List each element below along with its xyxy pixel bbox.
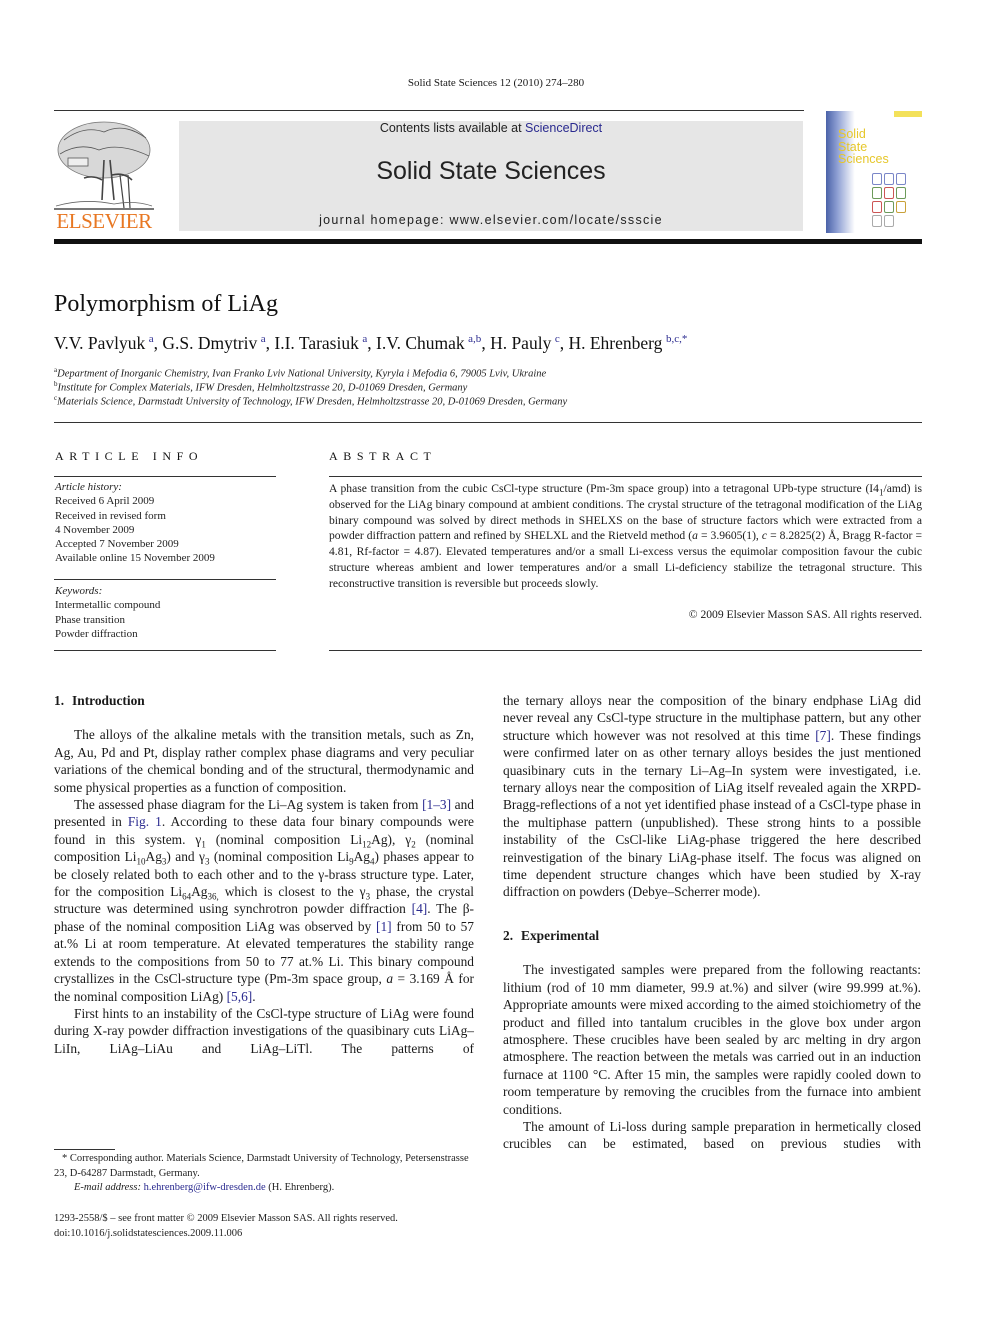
paragraph: the ternary alloys near the composition … bbox=[503, 693, 921, 900]
affiliation: aDepartment of Inorganic Chemistry, Ivan… bbox=[54, 366, 546, 380]
affiliation-text: Materials Science, Darmstadt University … bbox=[57, 396, 568, 408]
journal-cover-thumbnail[interactable]: Solid State Sciences bbox=[826, 111, 922, 233]
abstract-copyright: © 2009 Elsevier Masson SAS. All rights r… bbox=[688, 608, 922, 621]
journal-banner: Contents lists available at ScienceDirec… bbox=[179, 121, 803, 231]
rule bbox=[329, 476, 922, 477]
doi-link[interactable]: doi:10.1016/j.solidstatesciences.2009.11… bbox=[54, 1227, 398, 1242]
paragraph: The assessed phase diagram for the Li–Ag… bbox=[54, 797, 475, 1004]
author-affiliation-link[interactable]: c bbox=[555, 333, 560, 345]
history-item: 4 November 2009 bbox=[55, 523, 135, 536]
section-heading-experimental: 2. Experimental bbox=[503, 927, 921, 944]
email-label: E-mail address: bbox=[74, 1182, 144, 1193]
keywords: Keywords: Intermetallic compound Phase t… bbox=[55, 584, 160, 641]
cover-title: Solid State Sciences bbox=[838, 128, 889, 166]
header-rule bbox=[54, 110, 804, 111]
author-affiliation-link[interactable]: a bbox=[362, 333, 367, 345]
history-item: Received 6 April 2009 bbox=[55, 495, 155, 508]
abstract-span: A phase transition from the cubic CsCl-t… bbox=[329, 482, 879, 495]
section-number: 1. bbox=[54, 693, 65, 708]
corresponding-author-note: * Corresponding author. Materials Scienc… bbox=[54, 1153, 469, 1179]
section-heading-introduction: 1. Introduction bbox=[54, 692, 474, 709]
affiliation-text: Department of Inorganic Chemistry, Ivan … bbox=[57, 368, 547, 380]
author-affiliation-link[interactable]: a,b bbox=[468, 333, 481, 345]
journal-homepage-link[interactable]: journal homepage: www.elsevier.com/locat… bbox=[179, 213, 803, 227]
abstract-heading: ABSTRACT bbox=[329, 449, 437, 463]
author: I.I. Tarasiuk bbox=[274, 333, 359, 353]
author: H. Pauly bbox=[490, 333, 552, 353]
paragraph: The investigated samples were prepared f… bbox=[503, 962, 921, 1117]
abstract-text: A phase transition from the cubic CsCl-t… bbox=[329, 481, 922, 592]
author: V.V. Pavlyuk bbox=[54, 333, 146, 353]
email-line: E-mail address: h.ehrenberg@ifw-dresden.… bbox=[54, 1181, 474, 1196]
rule bbox=[329, 650, 922, 651]
article-title: Polymorphism of LiAg bbox=[54, 291, 279, 317]
paragraph: The amount of Li-loss during sample prep… bbox=[503, 1118, 921, 1152]
footnote: * Corresponding author. Materials Scienc… bbox=[54, 1152, 474, 1196]
front-matter: 1293-2558/$ – see front matter © 2009 El… bbox=[54, 1212, 398, 1241]
author-affiliation-link[interactable]: a bbox=[261, 333, 266, 345]
affiliation: cMaterials Science, Darmstadt University… bbox=[54, 394, 567, 408]
abstract-span: = 3.9605(1), bbox=[697, 529, 762, 543]
cover-title-line: Solid bbox=[838, 127, 866, 141]
body-column-right: the ternary alloys near the composition … bbox=[503, 692, 921, 1153]
figure-link[interactable]: Fig. 1 bbox=[128, 814, 162, 829]
section-title: Experimental bbox=[521, 927, 600, 943]
elsevier-logo[interactable]: ELSEVIER bbox=[54, 120, 154, 234]
history-item: Accepted 7 November 2009 bbox=[55, 538, 179, 551]
tree-illustration-icon bbox=[54, 121, 154, 210]
rule bbox=[54, 650, 276, 651]
citation-link[interactable]: [1] bbox=[376, 919, 392, 934]
author: G.S. Dmytriv bbox=[162, 333, 258, 353]
body-column-left: 1. Introduction The alloys of the alkalin… bbox=[54, 692, 474, 1057]
sciencedirect-link[interactable]: ScienceDirect bbox=[525, 121, 602, 135]
contents-line: Contents lists available at ScienceDirec… bbox=[179, 121, 803, 135]
affiliation-text: Institute for Complex Materials, IFW Dre… bbox=[57, 382, 468, 394]
rule bbox=[54, 579, 276, 580]
citation-link[interactable]: [1–3] bbox=[422, 797, 451, 812]
cover-label bbox=[894, 111, 922, 117]
journal-title[interactable]: Solid State Sciences bbox=[179, 157, 803, 186]
paragraph: The alloys of the alkaline metals with t… bbox=[54, 727, 474, 795]
author: I.V. Chumak bbox=[376, 333, 465, 353]
keyword: Powder diffraction bbox=[55, 627, 138, 640]
paragraph: First hints to an instability of the CsC… bbox=[54, 1005, 474, 1056]
citation-link[interactable]: [7] bbox=[815, 728, 831, 743]
rule bbox=[54, 476, 276, 477]
history-item: Received in revised form bbox=[55, 509, 166, 522]
section-rule bbox=[54, 422, 922, 423]
history-label: Article history: bbox=[55, 481, 122, 493]
article-info-heading: ARTICLE INFO bbox=[55, 449, 204, 463]
author-list: V.V. Pavlyuk a, G.S. Dmytriv a, I.I. Tar… bbox=[54, 333, 688, 353]
elsevier-wordmark: ELSEVIER bbox=[56, 209, 152, 233]
email-suffix: (H. Ehrenberg). bbox=[265, 1182, 335, 1193]
article-history: Article history: Received 6 April 2009 R… bbox=[55, 480, 215, 566]
issn-line: 1293-2558/$ – see front matter © 2009 El… bbox=[54, 1213, 398, 1224]
affiliation: bInstitute for Complex Materials, IFW Dr… bbox=[54, 380, 467, 394]
author-affiliation-link[interactable]: b,c,* bbox=[666, 333, 687, 345]
contents-prefix: Contents lists available at bbox=[379, 121, 526, 135]
footnote-rule bbox=[54, 1149, 115, 1150]
section-title: Introduction bbox=[72, 693, 145, 708]
keyword: Phase transition bbox=[55, 613, 125, 626]
citation-link[interactable]: [4] bbox=[412, 901, 428, 916]
section-number: 2. bbox=[503, 927, 514, 943]
cover-title-line: Sciences bbox=[838, 152, 889, 166]
email-link[interactable]: h.ehrenberg@ifw-dresden.de bbox=[144, 1182, 266, 1193]
author-affiliation-link[interactable]: a bbox=[149, 333, 154, 345]
author: H. Ehrenberg bbox=[568, 333, 663, 353]
header-thick-rule bbox=[54, 239, 922, 244]
keyword: Intermetallic compound bbox=[55, 599, 161, 612]
history-item: Available online 15 November 2009 bbox=[55, 552, 215, 565]
journal-citation: Solid State Sciences 12 (2010) 274–280 bbox=[407, 77, 585, 89]
citation-link[interactable]: [5,6] bbox=[227, 989, 253, 1004]
keywords-label: Keywords: bbox=[55, 585, 103, 597]
